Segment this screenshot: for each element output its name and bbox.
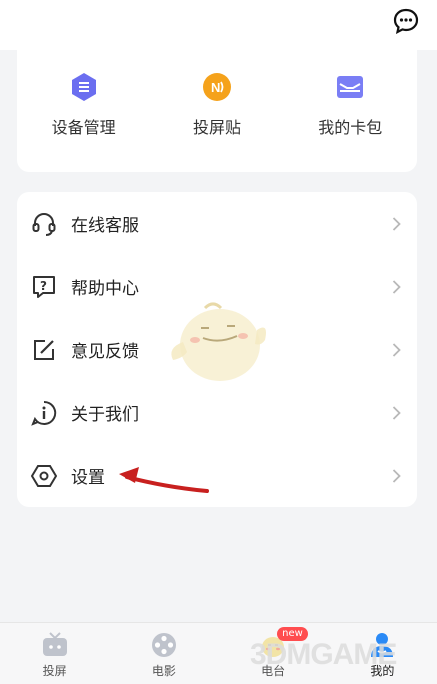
svg-text:?: ? xyxy=(40,279,47,293)
tab-cast[interactable]: 投屏 xyxy=(15,623,95,679)
edit-feedback-icon xyxy=(34,339,54,360)
tab-label: 电影 xyxy=(151,664,176,678)
top-bar xyxy=(0,0,437,50)
headset-icon xyxy=(32,212,56,236)
menu-item-label: 帮助中心 xyxy=(71,279,139,299)
quick-actions-card: 设备管理 N 投屏贴 我的卡包 xyxy=(17,50,417,172)
device-management-label: 设备管理 xyxy=(51,118,116,137)
cast-sticker-icon: N xyxy=(202,73,231,101)
info-icon xyxy=(31,400,57,426)
menu-item-about-us[interactable]: 关于我们 xyxy=(17,381,417,444)
tab-label: 投屏 xyxy=(42,664,67,678)
help-question-icon: ? xyxy=(33,275,55,298)
menu-item-online-service[interactable]: 在线客服 xyxy=(17,192,417,255)
settings-hexagon-icon xyxy=(31,464,57,487)
chevron-right-icon xyxy=(392,279,401,294)
card-wallet-button[interactable]: 我的卡包 xyxy=(290,72,410,138)
svg-text:N: N xyxy=(211,80,220,95)
menu-item-settings[interactable]: 设置 xyxy=(17,444,417,507)
cast-sticker-label: 投屏贴 xyxy=(192,118,241,137)
tv-icon xyxy=(42,632,67,656)
chevron-right-icon xyxy=(392,468,401,483)
menu-item-label: 设置 xyxy=(71,468,105,488)
tab-movie[interactable]: 电影 xyxy=(124,623,204,679)
chevron-right-icon xyxy=(392,405,401,420)
watermark-text: 3DMGAME xyxy=(250,638,397,671)
menu-item-label: 意见反馈 xyxy=(71,342,139,362)
film-reel-icon xyxy=(151,633,176,657)
mascot-overlay-image xyxy=(171,302,266,381)
card-wallet-label: 我的卡包 xyxy=(318,118,383,137)
cast-sticker-button[interactable]: N 投屏贴 xyxy=(157,72,277,138)
red-arrow-annotation xyxy=(119,467,209,493)
chevron-right-icon xyxy=(392,342,401,357)
device-management-button[interactable]: 设备管理 xyxy=(24,72,144,138)
device-hexagon-icon xyxy=(71,73,96,101)
chat-bubble-icon[interactable] xyxy=(393,8,419,34)
menu-item-label: 在线客服 xyxy=(71,216,139,236)
card-wallet-icon xyxy=(337,76,364,98)
chevron-right-icon xyxy=(392,216,401,231)
menu-item-label: 关于我们 xyxy=(71,405,139,425)
